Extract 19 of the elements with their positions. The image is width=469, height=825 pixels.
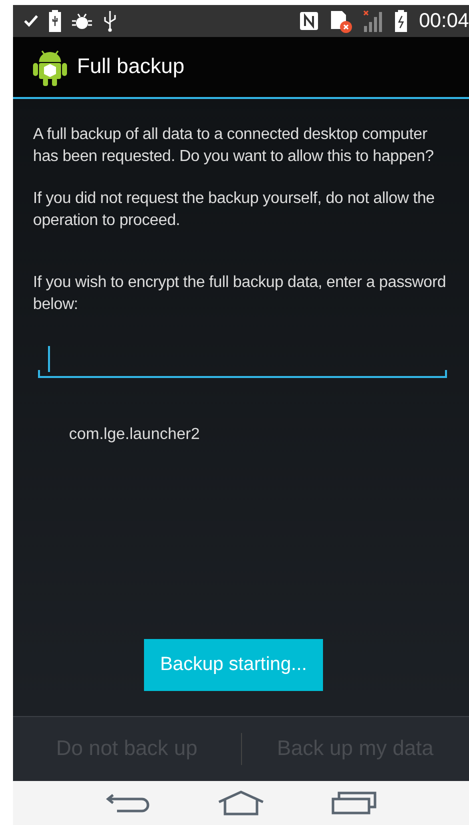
message-text: If you did not request the backup yourself, do not allow the operation to proceed. [33,189,436,231]
status-time: 00:04 [418,10,469,32]
battery-usb-icon [49,10,61,32]
no-signal-icon [362,10,385,32]
sim-error-icon [328,9,353,33]
home-button[interactable] [216,790,266,816]
message-text: A full backup of all data to a connected desktop computer has been requested. Do you want to allow this to happen? [33,125,435,167]
nfc-icon [298,11,319,31]
message-text: If you wish to encrypt the full backup data, enter a password below: [33,273,447,315]
usb-icon [103,10,117,32]
android-robot-icon [33,48,67,86]
bug-icon [71,12,93,30]
package-name: com.lge.launcher2 [69,426,201,444]
recent-apps-button[interactable] [330,791,377,815]
checkmark-icon [23,14,39,28]
window-title: Full backup [77,55,184,79]
toast-message: Backup starting... [144,639,323,691]
battery-charging-icon [394,10,407,32]
back-button[interactable] [105,791,152,815]
